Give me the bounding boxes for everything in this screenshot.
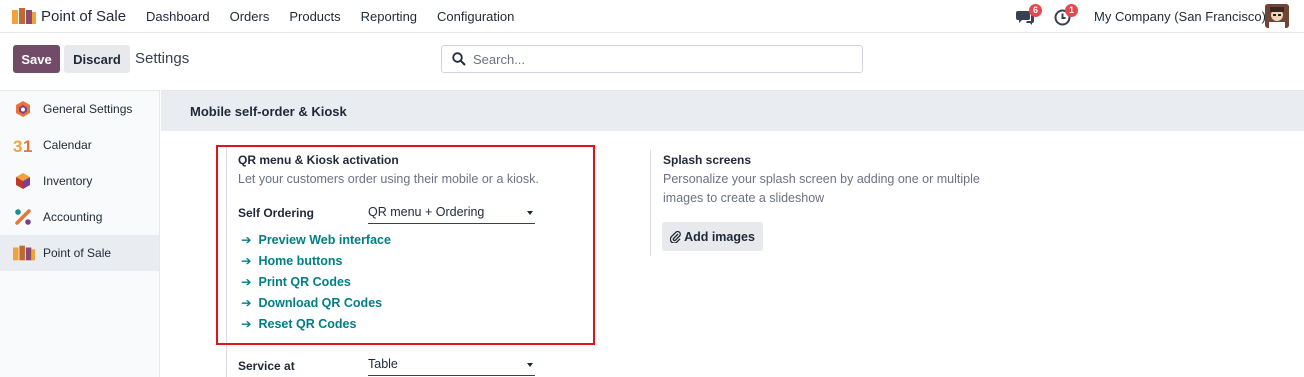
section-header: Mobile self-order & Kiosk [161,90,1304,131]
service-at-label: Service at [238,359,295,373]
point-of-sale-icon [13,245,35,261]
discard-button[interactable]: Discard [64,45,130,73]
sidebar-item-point-of-sale[interactable]: Point of Sale [0,235,159,271]
top-navbar: Point of Sale Dashboard Orders Products … [0,0,1304,33]
setting-divider [650,150,651,256]
search-input[interactable] [473,51,853,67]
settings-sidebar: General Settings 3 1 Calendar Inventory … [0,90,160,377]
splash-setting-description-line1: Personalize your splash screen by adding… [663,172,980,186]
splash-setting-description-line2: images to create a slideshow [663,191,825,205]
sidebar-item-label: Point of Sale [43,246,112,260]
chevron-down-icon [527,363,533,367]
sidebar-item-label: Inventory [43,174,93,188]
user-avatar[interactable] [1265,4,1289,28]
highlight-box [216,145,595,345]
splash-setting-title: Splash screens [663,153,752,167]
section-title: Mobile self-order & Kiosk [190,104,347,119]
main-menu: Dashboard Orders Products Reporting Conf… [146,9,514,24]
accounting-icon [15,209,31,225]
calendar-icon: 3 1 [13,137,32,155]
sidebar-item-general-settings[interactable]: General Settings [0,91,159,127]
paperclip-icon [670,230,681,243]
user-avatar-icon [1265,4,1289,28]
page-title: Settings [135,50,190,67]
menu-products[interactable]: Products [289,9,340,24]
add-images-label: Add images [684,229,755,244]
svg-text:3: 3 [13,137,22,155]
search-bar[interactable] [441,45,863,73]
point-of-sale-app-icon[interactable] [12,8,36,24]
sidebar-item-label: Accounting [43,210,103,224]
inventory-icon [16,173,30,189]
general-settings-icon [16,101,30,117]
menu-dashboard[interactable]: Dashboard [146,9,210,24]
messages-count-badge: 6 [1029,4,1042,17]
save-button[interactable]: Save [13,45,60,73]
menu-orders[interactable]: Orders [230,9,270,24]
menu-reporting[interactable]: Reporting [361,9,417,24]
sidebar-item-inventory[interactable]: Inventory [0,163,159,199]
add-images-button[interactable]: Add images [662,222,763,251]
sidebar-item-accounting[interactable]: Accounting [0,199,159,235]
menu-configuration[interactable]: Configuration [437,9,514,24]
sidebar-item-label: Calendar [43,138,92,152]
activities-count-badge: 1 [1065,4,1078,17]
sidebar-item-label: General Settings [43,102,133,116]
search-icon [452,52,466,66]
svg-text:1: 1 [23,137,32,155]
company-switcher[interactable]: My Company (San Francisco) [1094,9,1266,24]
app-title[interactable]: Point of Sale [41,8,126,25]
service-at-select[interactable]: Table [368,356,535,376]
service-at-value: Table [368,357,398,371]
sidebar-item-calendar[interactable]: 3 1 Calendar [0,127,159,163]
